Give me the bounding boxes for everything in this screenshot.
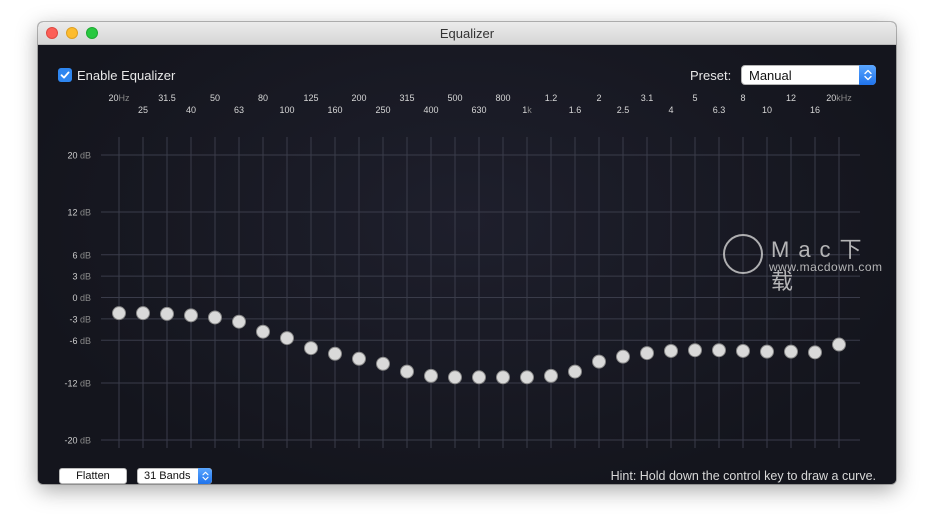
band-frequency-label: 4 <box>668 105 673 115</box>
band-slider-knob[interactable] <box>328 346 342 361</box>
bands-value: 31 Bands <box>144 470 191 482</box>
band-slider-knob[interactable] <box>112 306 126 321</box>
window-title: Equalizer <box>439 26 495 41</box>
watermark-url: www.macdown.com <box>769 260 883 274</box>
band-frequency-label: 100 <box>279 105 294 115</box>
band-frequency-label: 500 <box>447 93 462 103</box>
band-slider-knob[interactable] <box>280 331 294 346</box>
band-slider-knob[interactable] <box>640 346 654 361</box>
band-slider-knob[interactable] <box>232 314 246 329</box>
band-frequency-label: 400 <box>423 105 438 115</box>
band-slider-knob[interactable] <box>136 306 150 321</box>
band-frequency-label: 20kHz <box>826 93 852 103</box>
bands-select[interactable]: 31 Bands <box>137 468 212 484</box>
y-tick-label: 12 dB <box>67 208 91 218</box>
band-slider-knob[interactable] <box>256 324 270 339</box>
watermark-logo-icon <box>723 234 763 274</box>
band-slider-knob[interactable] <box>496 370 510 385</box>
band-slider-knob[interactable] <box>616 349 630 364</box>
band-frequency-label: 40 <box>186 105 196 115</box>
band-slider-knob[interactable] <box>712 343 726 358</box>
band-slider-knob[interactable] <box>184 308 198 323</box>
band-slider-knob[interactable] <box>520 370 534 385</box>
band-frequency-label: 8 <box>740 93 745 103</box>
hint-text: Hint: Hold down the control key to draw … <box>610 469 876 483</box>
y-tick-label: -6 dB <box>69 336 91 346</box>
band-frequency-label: 80 <box>258 93 268 103</box>
band-slider-knob[interactable] <box>736 343 750 358</box>
band-frequency-label: 16 <box>810 105 820 115</box>
band-frequency-label: 200 <box>351 93 366 103</box>
band-slider-knob[interactable] <box>544 368 558 383</box>
band-slider-knob[interactable] <box>664 343 678 358</box>
band-frequency-label: 1.6 <box>569 105 582 115</box>
band-frequency-label: 160 <box>327 105 342 115</box>
band-frequency-label: 800 <box>495 93 510 103</box>
band-frequency-label: 315 <box>399 93 414 103</box>
band-frequency-label: 20Hz <box>108 93 130 103</box>
band-frequency-label: 3.1 <box>641 93 654 103</box>
band-frequency-label: 31.5 <box>158 93 176 103</box>
band-slider-knob[interactable] <box>592 354 606 369</box>
y-tick-label: 6 dB <box>72 250 91 260</box>
band-slider-knob[interactable] <box>760 344 774 359</box>
band-slider-knob[interactable] <box>448 370 462 385</box>
band-frequency-label: 250 <box>375 105 390 115</box>
y-tick-label: -3 dB <box>69 314 91 324</box>
band-slider-knob[interactable] <box>472 370 486 385</box>
band-slider-knob[interactable] <box>160 306 174 321</box>
band-frequency-label: 1.2 <box>545 93 558 103</box>
band-slider-knob[interactable] <box>424 368 438 383</box>
band-frequency-label: 125 <box>303 93 318 103</box>
band-slider-knob[interactable] <box>568 364 582 379</box>
y-tick-label: 0 dB <box>72 293 91 303</box>
band-slider-knob[interactable] <box>208 310 222 325</box>
band-slider-knob[interactable] <box>376 356 390 371</box>
band-slider-knob[interactable] <box>304 341 318 356</box>
watermark: Mac下载 www.macdown.com <box>723 232 896 294</box>
band-frequency-label: 25 <box>138 105 148 115</box>
bands-stepper[interactable] <box>198 468 212 484</box>
equalizer-window: Equalizer Enable Equalizer Preset: Manua… <box>38 22 896 484</box>
band-frequency-label: 63 <box>234 105 244 115</box>
band-slider-knob[interactable] <box>832 337 846 352</box>
band-slider-knob[interactable] <box>808 345 822 360</box>
y-tick-label: 20 dB <box>67 151 91 161</box>
band-frequency-label: 50 <box>210 93 220 103</box>
flatten-button[interactable]: Flatten <box>59 468 127 484</box>
band-frequency-label: 6.3 <box>713 105 726 115</box>
band-slider-knob[interactable] <box>688 343 702 358</box>
band-slider-knob[interactable] <box>400 364 414 379</box>
band-frequency-label: 10 <box>762 105 772 115</box>
y-tick-label: -20 dB <box>64 436 91 446</box>
band-frequency-label: 5 <box>692 93 697 103</box>
y-tick-label: -12 dB <box>64 379 91 389</box>
band-frequency-label: 1k <box>522 105 532 115</box>
up-down-chevron-icon <box>201 471 209 481</box>
band-slider-knob[interactable] <box>784 344 798 359</box>
band-frequency-label: 2 <box>596 93 601 103</box>
band-slider-knob[interactable] <box>352 351 366 366</box>
y-tick-label: 3 dB <box>72 272 91 282</box>
title-bar[interactable]: Equalizer <box>38 22 896 45</box>
band-frequency-label: 630 <box>471 105 486 115</box>
band-frequency-label: 2.5 <box>617 105 630 115</box>
band-frequency-label: 12 <box>786 93 796 103</box>
